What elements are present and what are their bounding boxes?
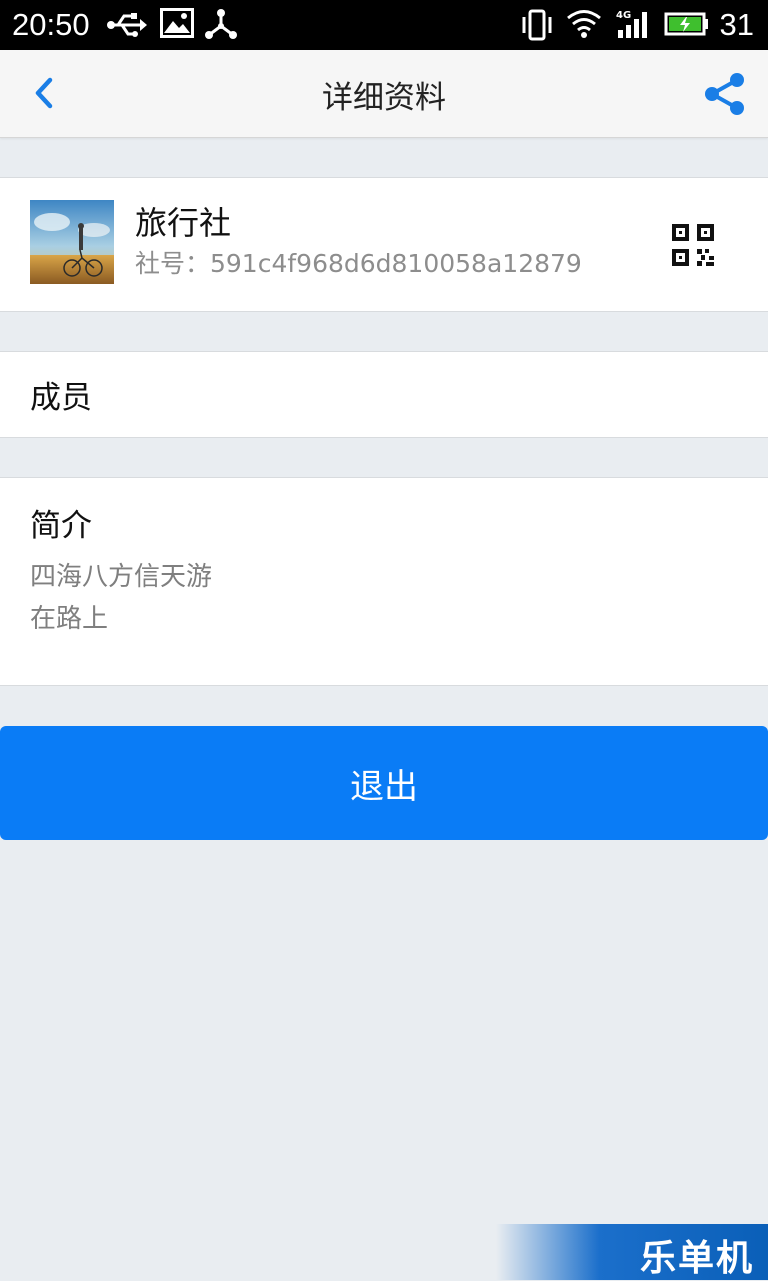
usb-icon [107, 13, 147, 37]
wifi-icon [567, 10, 601, 38]
page-title: 详细资料 [322, 80, 446, 116]
exit-button[interactable]: 退出 [0, 726, 768, 840]
share-icon [705, 73, 744, 115]
intro-text-line: 四海八方信天游 [30, 562, 213, 592]
battery-charging-icon [664, 12, 708, 36]
intro-card: 简介 四海八方信天游 在路上 [0, 477, 768, 686]
group-id: 社号：591c4f968d6d810058a12879 [135, 249, 582, 278]
avatar[interactable] [30, 200, 114, 284]
watermark-text: 乐单机 [639, 1238, 754, 1279]
share-button[interactable] [700, 70, 750, 118]
intro-text-line: 在路上 [30, 604, 109, 634]
intro-title: 简介 [30, 508, 92, 544]
avatar-image [30, 200, 114, 284]
image-icon [160, 8, 194, 38]
watermark-logo: 乐单机 [496, 1224, 768, 1280]
group-name: 旅行社 [135, 204, 232, 242]
members-row[interactable]: 成员 [0, 351, 768, 438]
qr-code-button[interactable] [672, 224, 714, 266]
network-type-label: 4G [616, 10, 631, 21]
status-bar: 20:50 4G 31 [0, 0, 768, 50]
share-network-icon [205, 9, 237, 39]
status-time: 20:50 [12, 7, 90, 42]
profile-card: 旅行社 社号：591c4f968d6d810058a12879 [0, 177, 768, 312]
app-bar: 详细资料 [0, 50, 768, 138]
members-label: 成员 [30, 380, 92, 416]
vibrate-icon [522, 9, 552, 41]
battery-percent: 31 [719, 7, 754, 42]
qr-code-icon [672, 224, 714, 266]
signal-icon: 4G [616, 10, 647, 38]
